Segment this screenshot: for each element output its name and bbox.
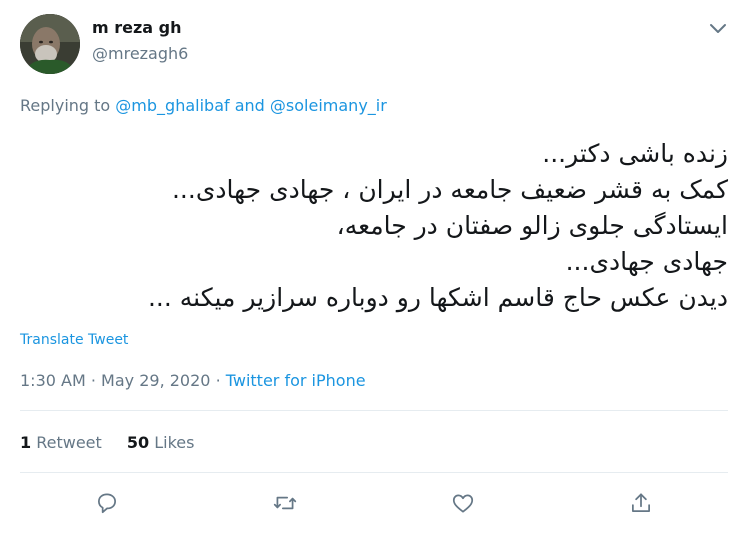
tweet-line: کمک به قشر ضعیف جامعه در ایران ، جهادی ج… — [171, 175, 728, 204]
retweet-icon — [273, 496, 297, 510]
divider — [20, 472, 728, 473]
retweet-count: 1 — [20, 433, 32, 452]
retweet-button[interactable] — [270, 488, 300, 518]
divider — [20, 410, 728, 411]
engagement-stats: 1 Retweet 50 Likes — [20, 433, 214, 452]
like-count: 50 — [126, 433, 150, 452]
tweet-actions-bar — [0, 488, 748, 518]
tweet-line: ایستادگی جلوی زالو صفتان در جامعه، — [336, 211, 728, 240]
share-icon — [632, 493, 650, 512]
translate-tweet-link[interactable]: Translate Tweet — [20, 332, 128, 348]
mention-link[interactable]: @mb_ghalibaf — [115, 96, 229, 115]
like-label: Likes — [154, 433, 195, 452]
share-button[interactable] — [626, 488, 656, 518]
like-icon — [452, 494, 474, 513]
reply-icon — [98, 493, 116, 514]
display-name[interactable]: m reza gh — [92, 18, 182, 37]
tweet-time[interactable]: 1:30 AM — [20, 371, 86, 390]
tweet-line: زنده باشی دکتر... — [542, 139, 728, 168]
like-button[interactable] — [448, 488, 478, 518]
tweet-date[interactable]: May 29, 2020 — [101, 371, 210, 390]
likes-stat[interactable]: 50 Likes — [127, 433, 195, 452]
tweet-line: جهادی جهادی... — [565, 247, 728, 276]
mention-joiner: and — [234, 96, 265, 115]
retweet-label: Retweet — [36, 433, 102, 452]
chevron-down-icon — [710, 24, 726, 33]
tweet-body: زنده باشی دکتر... کمک به قشر ضعیف جامعه … — [20, 136, 728, 316]
mention-link[interactable]: @soleimany_ir — [270, 96, 387, 115]
user-handle[interactable]: @mrezagh6 — [92, 44, 188, 63]
user-avatar-photo-icon — [20, 14, 80, 74]
avatar[interactable] — [20, 14, 80, 74]
tweet-source-link[interactable]: Twitter for iPhone — [226, 371, 366, 390]
retweets-stat[interactable]: 1 Retweet — [20, 433, 102, 452]
reply-button[interactable] — [92, 488, 122, 518]
tweet-line: دیدن عکس حاج قاسم اشکها رو دوباره سرازیر… — [147, 283, 728, 312]
replying-to-line: Replying to @mb_ghalibaf and @soleimany_… — [20, 96, 387, 115]
replying-to-prefix: Replying to — [20, 96, 111, 115]
meta-separator: · — [215, 371, 221, 390]
meta-separator: · — [90, 371, 96, 390]
tweet-metadata: 1:30 AM · May 29, 2020 · Twitter for iPh… — [20, 371, 366, 390]
more-options-button[interactable] — [706, 16, 730, 40]
